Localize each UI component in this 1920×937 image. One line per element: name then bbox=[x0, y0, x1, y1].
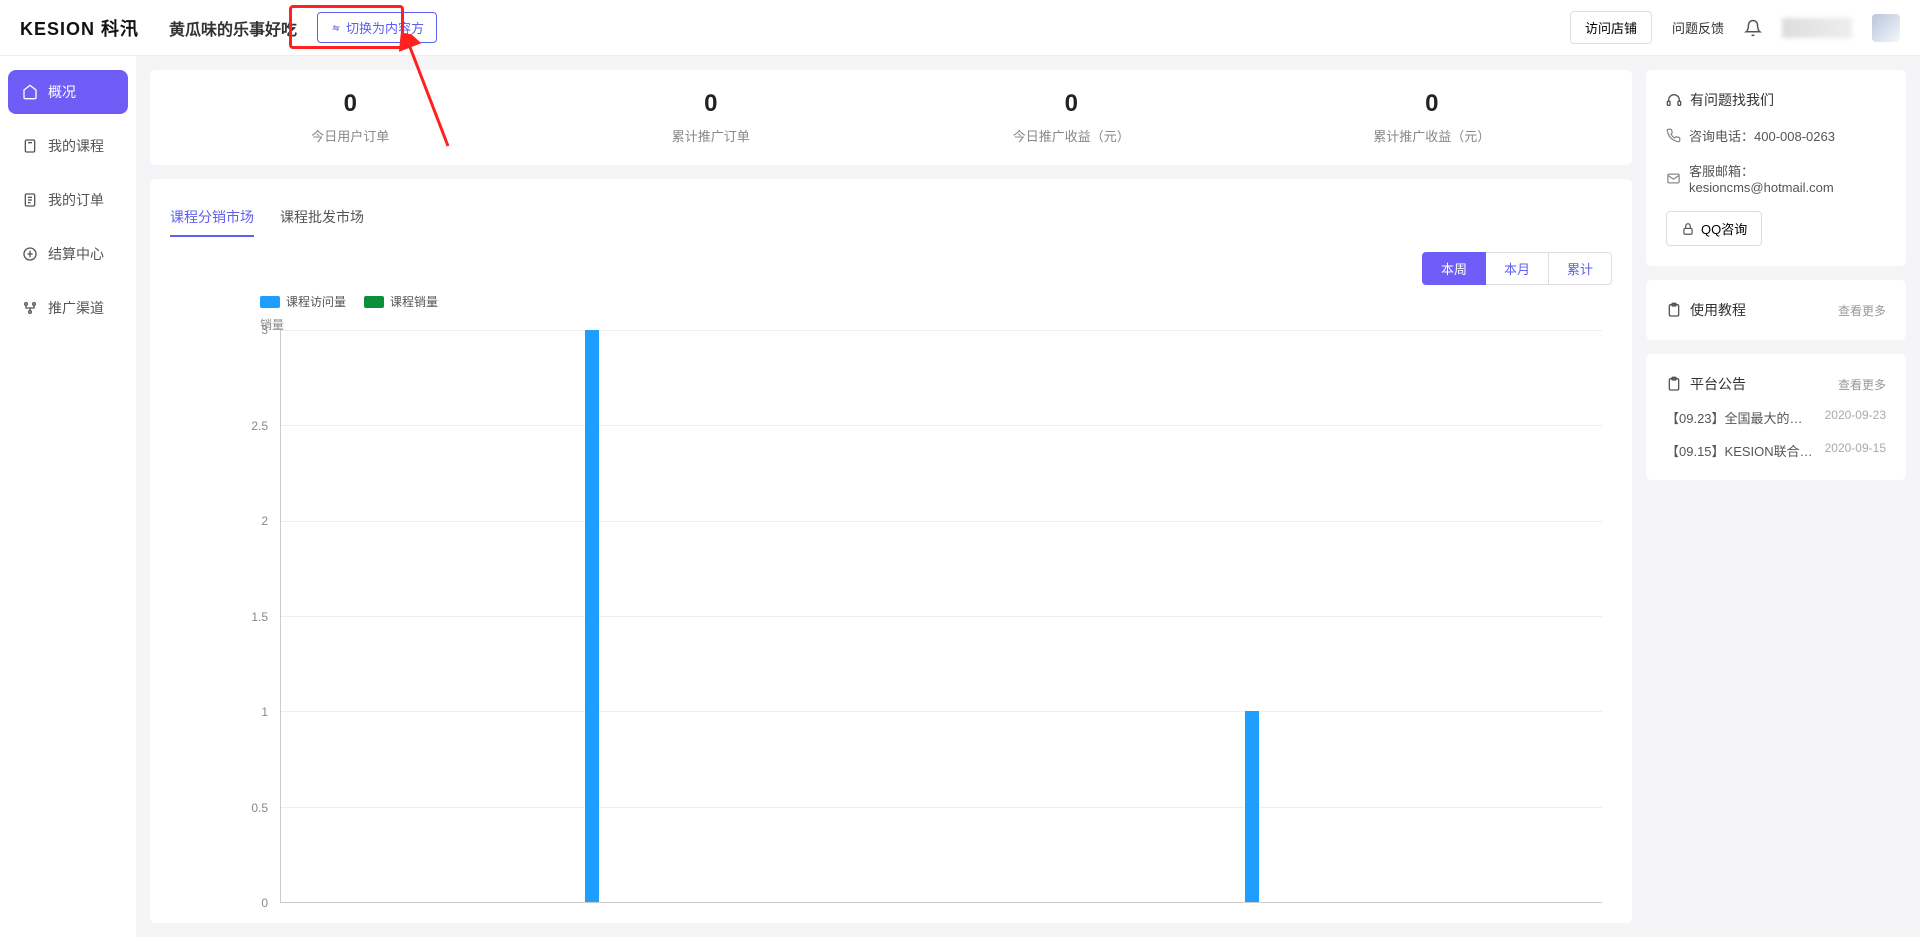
announce-item-title: 【09.15】KESION联合站长之... bbox=[1666, 441, 1815, 460]
sidebar-item-label: 结算中心 bbox=[48, 244, 104, 264]
sidebar-item-label: 我的订单 bbox=[48, 190, 104, 210]
y-tick: 0 bbox=[261, 896, 268, 910]
announce-title: 平台公告 bbox=[1666, 374, 1746, 394]
stat-label: 累计推广订单 bbox=[531, 126, 892, 145]
y-tick: 1 bbox=[261, 705, 268, 719]
stat-value: 0 bbox=[531, 90, 892, 118]
bell-icon[interactable] bbox=[1744, 19, 1762, 37]
sidebar-item-label: 推广渠道 bbox=[48, 298, 104, 318]
switch-role-button[interactable]: 切换为内容方 bbox=[317, 12, 437, 43]
chart-bar[interactable] bbox=[585, 330, 599, 902]
sidebar-item-label: 我的课程 bbox=[48, 136, 104, 156]
feedback-link[interactable]: 问题反馈 bbox=[1672, 18, 1724, 37]
announce-item-date: 2020-09-23 bbox=[1825, 408, 1886, 427]
y-tick: 2 bbox=[261, 514, 268, 528]
clipboard-icon bbox=[1666, 376, 1682, 392]
tab-distribution[interactable]: 课程分销市场 bbox=[170, 199, 254, 237]
stat-label: 累计推广收益（元） bbox=[1252, 126, 1613, 145]
chart-legend: 课程访问量 课程销量 bbox=[170, 293, 1612, 310]
settle-icon bbox=[22, 246, 38, 262]
stat-today-revenue: 0 今日推广收益（元） bbox=[891, 90, 1252, 145]
announce-item-date: 2020-09-15 bbox=[1825, 441, 1886, 460]
announce-more-link[interactable]: 查看更多 bbox=[1838, 376, 1886, 393]
legend-item-visits[interactable]: 课程访问量 bbox=[260, 293, 346, 310]
order-icon bbox=[22, 192, 38, 208]
announce-item-title: 【09.23】全国最大的线上课程... bbox=[1666, 408, 1815, 427]
chart-area: 销量 00.511.522.53 bbox=[170, 316, 1612, 903]
stat-value: 0 bbox=[891, 90, 1252, 118]
username-blurred[interactable] bbox=[1782, 18, 1852, 38]
range-group: 本周 本月 累计 bbox=[170, 252, 1612, 285]
tab-wholesale[interactable]: 课程批发市场 bbox=[280, 199, 364, 237]
help-panel: 有问题找我们 咨询电话：400-008-0263 客服邮箱：kesioncms@… bbox=[1646, 70, 1906, 266]
announce-item[interactable]: 【09.15】KESION联合站长之... 2020-09-15 bbox=[1666, 441, 1886, 460]
range-total[interactable]: 累计 bbox=[1549, 252, 1612, 285]
legend-item-sales[interactable]: 课程销量 bbox=[364, 293, 438, 310]
stat-total-revenue: 0 累计推广收益（元） bbox=[1252, 90, 1613, 145]
announce-item[interactable]: 【09.23】全国最大的线上课程... 2020-09-23 bbox=[1666, 408, 1886, 427]
sidebar-item-channel[interactable]: 推广渠道 bbox=[8, 286, 128, 330]
lock-icon bbox=[1681, 222, 1695, 236]
y-tick: 3 bbox=[261, 323, 268, 337]
qq-consult-button[interactable]: QQ咨询 bbox=[1666, 211, 1762, 246]
chart-tabs: 课程分销市场 课程批发市场 bbox=[170, 199, 1612, 238]
book-icon bbox=[22, 138, 38, 154]
tutorial-title: 使用教程 bbox=[1666, 300, 1746, 320]
home-icon bbox=[22, 84, 38, 100]
sidebar-item-label: 概况 bbox=[48, 82, 76, 102]
stat-label: 今日用户订单 bbox=[170, 126, 531, 145]
mail-icon bbox=[1666, 171, 1681, 186]
sidebar-item-orders[interactable]: 我的订单 bbox=[8, 178, 128, 222]
header: KESION 科汛 黄瓜味的乐事好吃 切换为内容方 访问店铺 问题反馈 bbox=[0, 0, 1920, 56]
tutorial-more-link[interactable]: 查看更多 bbox=[1838, 302, 1886, 319]
phone-icon bbox=[1666, 128, 1681, 143]
header-right: 访问店铺 问题反馈 bbox=[1570, 11, 1900, 44]
contact-phone: 咨询电话：400-008-0263 bbox=[1666, 126, 1886, 145]
visit-shop-button[interactable]: 访问店铺 bbox=[1570, 11, 1652, 44]
range-week[interactable]: 本周 bbox=[1422, 252, 1486, 285]
y-tick: 0.5 bbox=[251, 801, 268, 815]
stat-value: 0 bbox=[170, 90, 531, 118]
announce-panel: 平台公告 查看更多 【09.23】全国最大的线上课程... 2020-09-23… bbox=[1646, 354, 1906, 480]
avatar[interactable] bbox=[1872, 14, 1900, 42]
y-tick: 2.5 bbox=[251, 419, 268, 433]
sidebar-item-courses[interactable]: 我的课程 bbox=[8, 124, 128, 168]
sidebar-item-overview[interactable]: 概况 bbox=[8, 70, 128, 114]
chart-card: 课程分销市场 课程批发市场 本周 本月 累计 课程访问量 课程销量 bbox=[150, 179, 1632, 923]
sidebar: 概况 我的课程 我的订单 结算中心 推广渠道 bbox=[0, 56, 136, 937]
stat-value: 0 bbox=[1252, 90, 1613, 118]
stat-label: 今日推广收益（元） bbox=[891, 126, 1252, 145]
stat-today-orders: 0 今日用户订单 bbox=[170, 90, 531, 145]
sidebar-item-settlement[interactable]: 结算中心 bbox=[8, 232, 128, 276]
shop-name: 黄瓜味的乐事好吃 bbox=[169, 16, 297, 40]
tutorial-panel: 使用教程 查看更多 bbox=[1646, 280, 1906, 340]
channel-icon bbox=[22, 300, 38, 316]
contact-email: 客服邮箱：kesioncms@hotmail.com bbox=[1666, 161, 1886, 195]
stat-total-orders: 0 累计推广订单 bbox=[531, 90, 892, 145]
swap-icon bbox=[330, 22, 342, 34]
clipboard-icon bbox=[1666, 302, 1682, 318]
chart-bar[interactable] bbox=[1245, 711, 1259, 902]
y-tick: 1.5 bbox=[251, 610, 268, 624]
stats-card: 0 今日用户订单 0 累计推广订单 0 今日推广收益（元） 0 累计推广收益（元… bbox=[150, 70, 1632, 165]
headset-icon bbox=[1666, 92, 1682, 108]
legend-swatch bbox=[260, 296, 280, 308]
chart-plot bbox=[280, 330, 1602, 903]
legend-swatch bbox=[364, 296, 384, 308]
logo: KESION 科汛 bbox=[20, 15, 139, 41]
range-month[interactable]: 本月 bbox=[1486, 252, 1549, 285]
help-title: 有问题找我们 bbox=[1666, 90, 1886, 110]
